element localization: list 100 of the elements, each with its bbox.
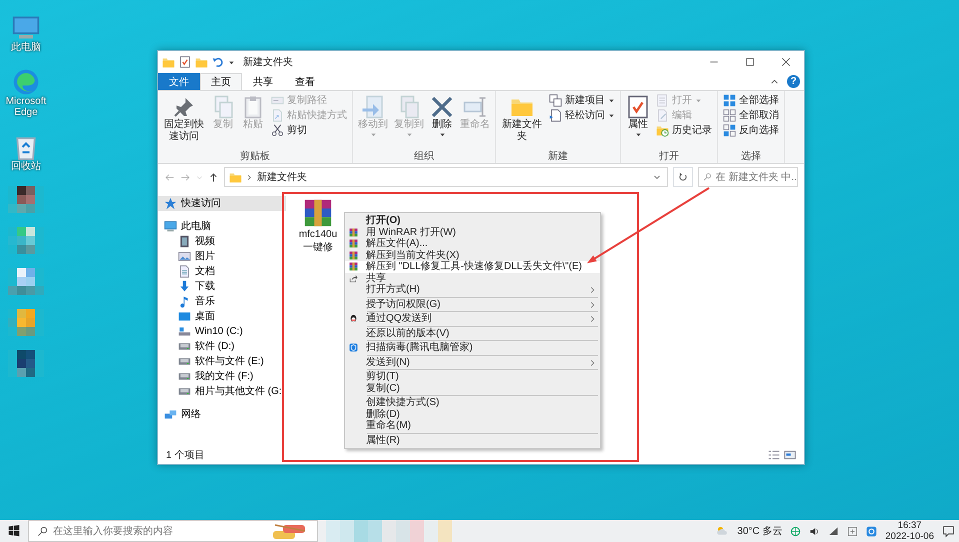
nav-item[interactable]: 软件与文件 (E:) xyxy=(158,354,286,369)
folder-icon xyxy=(162,56,175,68)
properties-icon xyxy=(626,95,650,119)
film-icon xyxy=(178,235,191,248)
ribbon-button[interactable]: 全部选择 xyxy=(721,93,781,108)
caret-icon xyxy=(406,131,412,138)
nav-item[interactable]: 软件 (D:) xyxy=(158,339,286,354)
menu-item[interactable]: 解压文件(A)... xyxy=(345,238,600,250)
nav-item[interactable]: Win10 (C:) xyxy=(158,324,286,339)
maximize-icon xyxy=(745,57,755,67)
nav-item[interactable]: 相片与其他文件 (G: xyxy=(158,384,286,399)
menu-item[interactable]: 属性(R) xyxy=(345,434,600,446)
menu-item-label: 扫描病毒(腾讯电脑管家) xyxy=(365,342,473,354)
back-arrow-icon xyxy=(164,172,175,182)
menu-item-label: 属性(R) xyxy=(365,434,400,446)
menu-item[interactable]: 打开方式(H) xyxy=(345,284,600,296)
ribbon-button[interactable]: 反向选择 xyxy=(721,123,781,138)
menu-item-label: 打开(O) xyxy=(364,215,400,226)
search-field[interactable]: 在 新建文件夹 中... xyxy=(698,167,798,187)
ribbon-button[interactable]: 删除 xyxy=(428,93,456,138)
ribbon-button[interactable]: 轻松访问 xyxy=(547,108,617,123)
menu-item[interactable]: 还原以前的版本(V) xyxy=(345,328,600,339)
nav-item[interactable]: 下载 xyxy=(158,279,286,294)
refresh-button[interactable] xyxy=(673,167,693,187)
ribbon-tab[interactable]: 主页 xyxy=(200,73,242,90)
ribbon-button[interactable]: 属性 xyxy=(624,93,652,138)
menu-item[interactable]: 发送到(N) xyxy=(345,356,600,368)
menu-item-label: 打开方式(H) xyxy=(365,284,420,296)
breadcrumb-item[interactable]: 新建文件夹 xyxy=(257,170,307,184)
archive-icon xyxy=(349,262,358,272)
details-view-icon xyxy=(768,449,780,461)
edit-icon xyxy=(656,109,669,122)
ribbon-button[interactable]: 固定到快速访问 xyxy=(161,93,207,143)
large-icons-view-icon xyxy=(784,449,796,461)
nav-item[interactable]: 网络 xyxy=(158,407,286,422)
menu-item[interactable]: 用 WinRAR 打开(W) xyxy=(345,226,600,238)
menu-item[interactable]: 重命名(M) xyxy=(345,420,600,432)
delete-x-icon xyxy=(430,95,454,119)
file-name[interactable]: mfc140u xyxy=(298,228,338,241)
wifi-icon xyxy=(828,526,840,536)
menu-item-label: 重命名(M) xyxy=(365,420,411,432)
music-note-icon xyxy=(178,295,191,308)
pixelated-icon xyxy=(8,309,44,336)
menu-item-label: 剪切(T) xyxy=(365,371,399,382)
nav-item[interactable]: 此电脑 xyxy=(158,219,286,234)
menu-item[interactable]: 共享 xyxy=(345,272,600,284)
rename-icon xyxy=(463,95,487,119)
ribbon-tab[interactable]: 查看 xyxy=(284,73,326,90)
menu-item[interactable]: 复制(C) xyxy=(345,382,600,394)
ribbon-button[interactable]: 全部取消 xyxy=(721,108,781,123)
caret-icon xyxy=(608,112,615,119)
share-icon xyxy=(349,274,358,283)
clock-time: 16:37 xyxy=(896,520,923,531)
menu-item[interactable]: 创建快捷方式(S) xyxy=(345,397,600,408)
notification-icon xyxy=(942,524,955,538)
ribbon-tab[interactable]: 共享 xyxy=(242,73,284,90)
new-item-icon xyxy=(549,94,562,107)
ribbon-button[interactable]: 剪切 xyxy=(269,123,349,138)
windows-logo-icon xyxy=(8,525,20,537)
address-bar[interactable]: 新建文件夹 xyxy=(224,167,668,187)
nav-item[interactable]: 我的文件 (F:) xyxy=(158,369,286,384)
search-input[interactable]: 在 新建文件夹 中... xyxy=(716,170,797,184)
ribbon-button[interactable]: 历史记录 xyxy=(654,123,714,138)
menu-item[interactable]: 打开(O) xyxy=(345,215,600,226)
move-to-icon xyxy=(361,95,385,119)
menu-item[interactable]: 解压到当前文件夹(X) xyxy=(345,250,600,261)
ribbon-tab[interactable]: 文件 xyxy=(158,73,200,90)
menu-item-label: 创建快捷方式(S) xyxy=(365,397,440,408)
menu-item[interactable]: 授予访问权限(G) xyxy=(345,298,600,310)
network-globe-icon xyxy=(790,526,802,536)
menu-item-label: 解压到当前文件夹(X) xyxy=(365,250,460,261)
help-button[interactable]: ? xyxy=(787,75,800,88)
clock-date: 2022-10-06 xyxy=(885,531,934,542)
menu-item-label: 通过QQ发送到 xyxy=(365,313,432,324)
nav-item[interactable]: 桌面 xyxy=(158,309,286,324)
archive-icon xyxy=(349,228,358,237)
pixelated-icon xyxy=(8,227,44,254)
speaker-icon xyxy=(809,526,820,536)
menu-item[interactable]: 扫描病毒(腾讯电脑管家) xyxy=(345,342,600,354)
pixelated-icon xyxy=(8,186,44,213)
invert-selection-icon xyxy=(723,124,736,137)
nav-item[interactable]: 图片 xyxy=(158,249,286,264)
menu-item[interactable]: 删除(D) xyxy=(345,408,600,420)
refresh-icon xyxy=(678,172,688,182)
menu-item[interactable]: 通过QQ发送到 xyxy=(345,313,600,324)
nav-item[interactable]: 视频 xyxy=(158,234,286,249)
nav-item[interactable]: 快速访问 xyxy=(158,196,286,211)
search-icon xyxy=(37,526,48,536)
taskbar-clock[interactable]: 16:37 2022-10-06 xyxy=(885,520,934,542)
ribbon-button[interactable]: 新建文件夹 xyxy=(499,93,545,143)
file-name[interactable]: 一键修 xyxy=(303,241,333,254)
network-icon xyxy=(164,408,177,421)
ribbon-button[interactable]: 新建项目 xyxy=(547,93,617,108)
search-input[interactable]: 在这里输入你要搜索的内容 xyxy=(53,524,213,538)
nav-item[interactable]: 音乐 xyxy=(158,294,286,309)
nav-item[interactable]: 文档 xyxy=(158,264,286,279)
pixelated-icon xyxy=(8,350,44,377)
computer-icon xyxy=(164,220,177,233)
menu-item[interactable]: 剪切(T) xyxy=(345,371,600,382)
taskbar-search-field[interactable]: 在这里输入你要搜索的内容 xyxy=(28,520,318,542)
